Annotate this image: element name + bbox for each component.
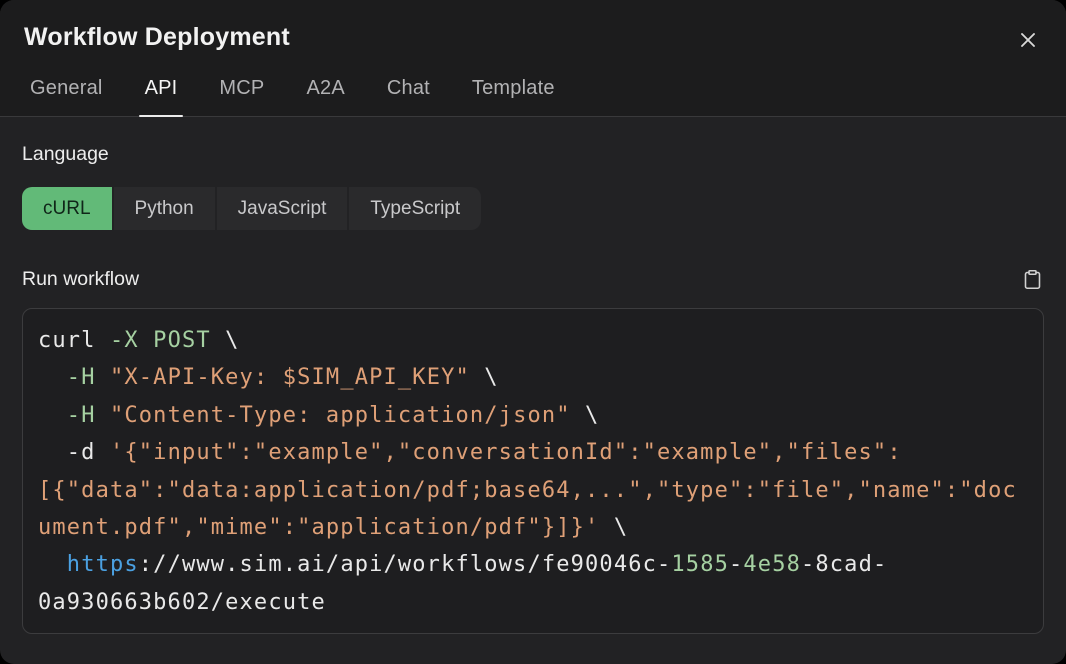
code-line: ument.pdf","mime":"application/pdf"}]}' … <box>38 509 1028 546</box>
code-line: [{"data":"data:application/pdf;base64,..… <box>38 472 1028 509</box>
tab-chat[interactable]: Chat <box>381 77 436 116</box>
tab-bar: General API MCP A2A Chat Template <box>24 77 1042 116</box>
run-workflow-label: Run workflow <box>22 268 139 291</box>
clipboard-icon <box>1022 268 1043 291</box>
tab-a2a[interactable]: A2A <box>300 77 350 116</box>
code-line: curl -X POST \ <box>38 322 1028 359</box>
run-workflow-row: Run workflow <box>22 267 1044 291</box>
code-block[interactable]: curl -X POST \ -H "X-API-Key: $SIM_API_K… <box>22 308 1044 634</box>
code-line: -H "Content-Type: application/json" \ <box>38 397 1028 434</box>
close-icon <box>1016 28 1040 52</box>
tab-general[interactable]: General <box>24 77 109 116</box>
dialog-title: Workflow Deployment <box>24 0 1042 52</box>
code-line: -H "X-API-Key: $SIM_API_KEY" \ <box>38 359 1028 396</box>
language-option-python[interactable]: Python <box>114 187 215 230</box>
close-button[interactable] <box>1014 26 1042 54</box>
language-label: Language <box>22 143 1044 166</box>
tab-template[interactable]: Template <box>466 77 561 116</box>
dialog-header: Workflow Deployment General API MCP A2A Chat… <box>0 0 1066 117</box>
tab-api[interactable]: API <box>139 77 184 116</box>
language-option-curl[interactable]: cURL <box>22 187 112 230</box>
language-selector: cURLPythonJavaScriptTypeScript <box>22 187 481 230</box>
tab-mcp[interactable]: MCP <box>213 77 270 116</box>
code-line: https://www.sim.ai/api/workflows/fe90046… <box>38 546 1028 583</box>
workflow-deployment-dialog: Workflow Deployment General API MCP A2A Chat… <box>0 0 1066 664</box>
code-line: 0a930663b602/execute <box>38 584 1028 621</box>
copy-button[interactable] <box>1020 267 1044 291</box>
code-line: -d '{"input":"example","conversationId":… <box>38 434 1028 471</box>
dialog-content: Language cURLPythonJavaScriptTypeScript … <box>0 143 1066 634</box>
language-option-typescript[interactable]: TypeScript <box>349 187 481 230</box>
language-option-javascript[interactable]: JavaScript <box>217 187 348 230</box>
